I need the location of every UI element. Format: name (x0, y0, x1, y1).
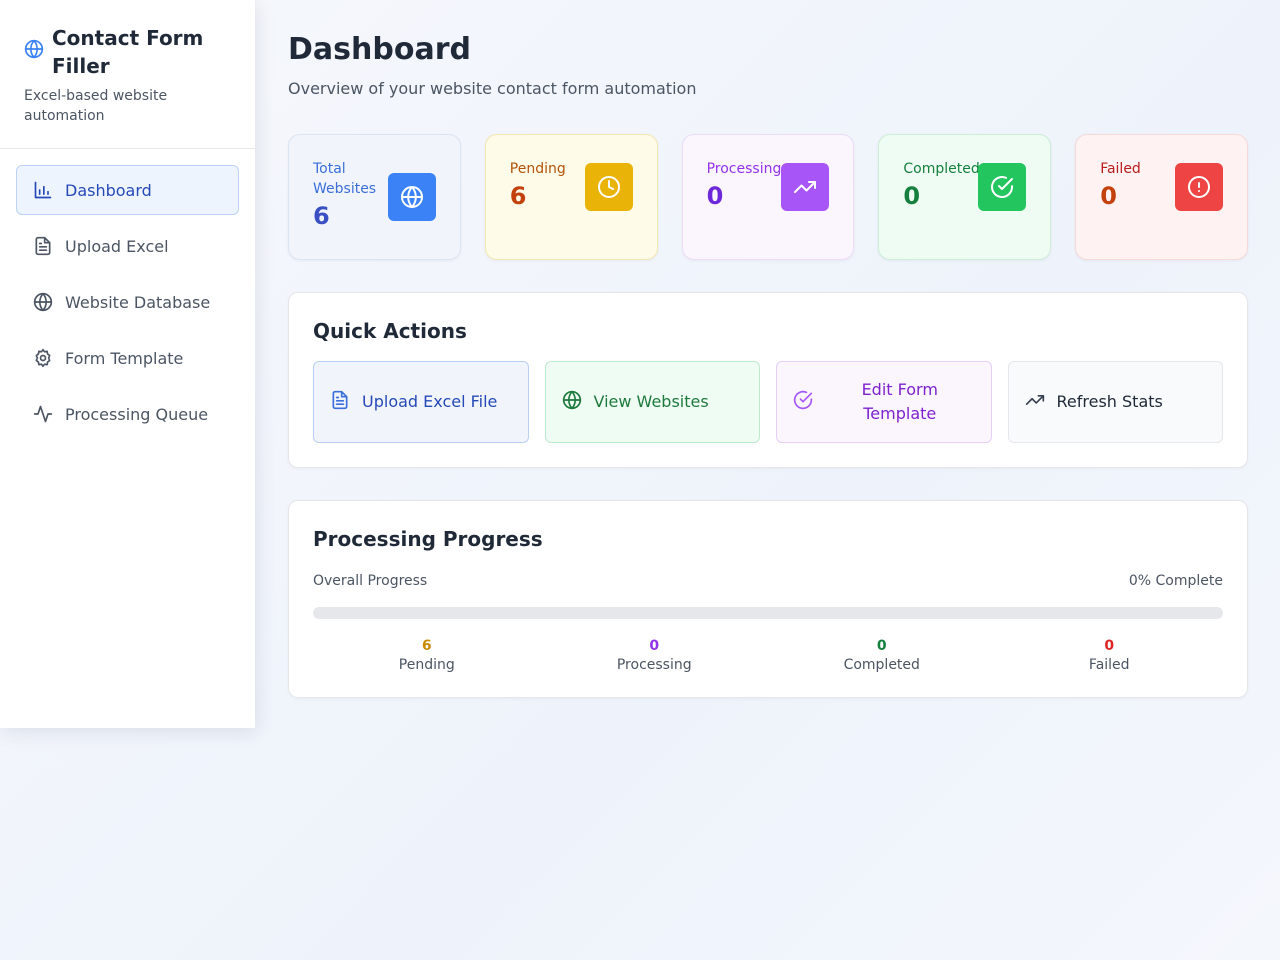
quick-actions-row: Upload Excel File View Websites Edit For… (313, 361, 1223, 443)
stat-card-pending: Pending 6 (484, 134, 658, 260)
app-subtitle: Excel-based website automation (24, 88, 168, 124)
check-circle-icon (793, 390, 813, 414)
view-websites-button[interactable]: View Websites (544, 361, 760, 443)
progress-stat-pending: 6 Pending (313, 637, 541, 675)
sidebar-item-form-template[interactable]: Form Template (16, 333, 239, 383)
button-label: View Websites (593, 392, 709, 411)
stat-card-failed: Failed 0 (1075, 134, 1248, 260)
button-label: Refresh Stats (1056, 392, 1163, 411)
progress-stat-value: 0 (876, 638, 887, 654)
sidebar-item-label: Dashboard (65, 180, 152, 200)
stat-label: Total Websites (313, 161, 377, 197)
progress-header: Overall Progress 0% Complete (313, 573, 1223, 589)
processing-progress-title: Processing Progress (313, 527, 543, 551)
brand: Contact Form Filler Excel-based website … (0, 0, 255, 149)
sidebar-item-website-database[interactable]: Website Database (16, 277, 239, 327)
button-label: Upload Excel File (362, 392, 498, 411)
progress-stat-processing: 0 Processing (541, 637, 769, 675)
processing-progress-card: Processing Progress Overall Progress 0% … (288, 500, 1248, 698)
main-content: Dashboard Overview of your website conta… (288, 32, 1248, 698)
progress-bar (313, 607, 1223, 619)
stats-cards: Total Websites 6 Pending 6 Processing 0 … (288, 134, 1248, 260)
check-circle-icon (978, 163, 1027, 211)
sidebar-item-label: Form Template (65, 348, 184, 368)
sidebar-item-dashboard[interactable]: Dashboard (16, 165, 239, 215)
progress-stat-label: Processing (616, 657, 692, 673)
sidebar: Contact Form Filler Excel-based website … (0, 0, 255, 728)
overall-progress-label: Overall Progress (313, 573, 428, 589)
globe-icon (562, 390, 582, 414)
app-title: Contact Form Filler (52, 26, 204, 78)
sidebar-item-label: Processing Queue (65, 404, 209, 424)
page-title: Dashboard (288, 32, 471, 67)
progress-breakdown: 6 Pending 0 Processing 0 Completed 0 Fai… (313, 637, 1223, 675)
sidebar-item-upload-excel[interactable]: Upload Excel (16, 221, 239, 271)
page-subtitle: Overview of your website contact form au… (288, 79, 697, 98)
quick-actions-title: Quick Actions (313, 319, 467, 343)
progress-stat-completed: 0 Completed (768, 637, 996, 675)
refresh-stats-button[interactable]: Refresh Stats (1007, 361, 1223, 443)
stat-card-total-websites: Total Websites 6 (288, 134, 461, 260)
stat-label: Failed (1100, 161, 1141, 177)
alert-circle-icon (1174, 163, 1223, 211)
stat-label: Pending (509, 161, 566, 177)
progress-percent-text: 0% Complete (1128, 573, 1223, 589)
globe-icon (24, 39, 44, 59)
progress-stat-value: 0 (649, 638, 660, 654)
progress-stat-value: 6 (421, 638, 432, 654)
sidebar-nav: Dashboard Upload Excel Website Database … (0, 149, 255, 461)
progress-stat-failed: 0 Failed (996, 637, 1224, 675)
progress-stat-label: Completed (843, 657, 920, 673)
quick-actions-card: Quick Actions Upload Excel File View Web… (288, 292, 1248, 468)
edit-form-template-button[interactable]: Edit Form Template (776, 361, 992, 443)
progress-stat-value: 0 (1104, 638, 1115, 654)
bar-chart-icon (33, 180, 53, 200)
trending-up-icon (781, 163, 830, 211)
stat-card-processing: Processing 0 (681, 134, 855, 260)
stat-label: Completed (903, 161, 980, 177)
clock-icon (584, 163, 633, 211)
stat-label: Processing (706, 161, 782, 177)
progress-stat-label: Pending (398, 657, 455, 673)
trending-up-icon (1025, 390, 1045, 414)
sidebar-item-label: Upload Excel (65, 236, 169, 256)
button-label: Edit Form Template (861, 380, 938, 423)
activity-icon (33, 404, 53, 424)
progress-stat-label: Failed (1088, 657, 1130, 673)
upload-excel-file-button[interactable]: Upload Excel File (313, 361, 529, 443)
globe-icon (33, 292, 53, 312)
globe-icon (387, 173, 436, 221)
sidebar-item-label: Website Database (65, 292, 211, 312)
stat-card-completed: Completed 0 (878, 134, 1052, 260)
gear-icon (33, 348, 53, 368)
file-text-icon (33, 236, 53, 256)
sidebar-item-processing-queue[interactable]: Processing Queue (16, 389, 239, 439)
file-text-icon (330, 390, 350, 414)
